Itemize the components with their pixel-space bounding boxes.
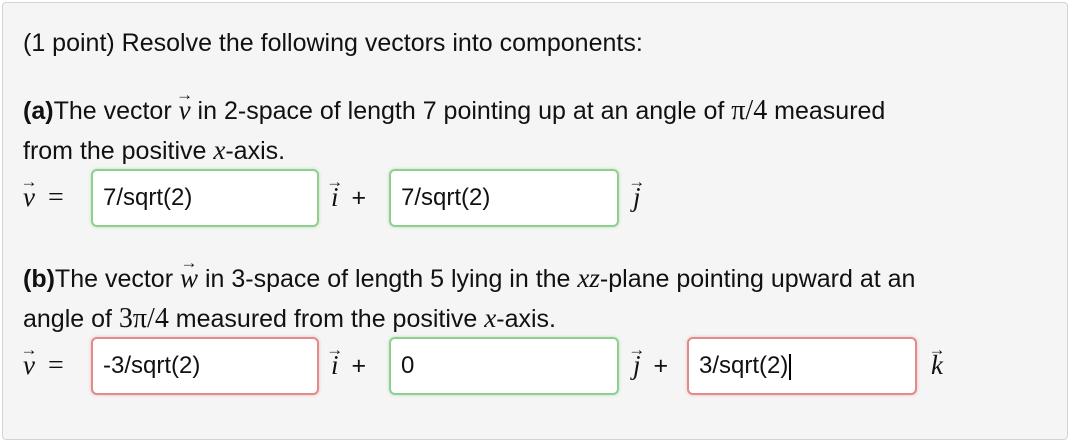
xz-plane-symbol: xz xyxy=(577,263,600,293)
part-a-text3: measured xyxy=(767,97,886,125)
part-a-text1: The vector xyxy=(53,97,179,125)
part-b-i-value: -3/sqrt(2) xyxy=(103,352,201,379)
part-b-statement-line2: angle of 3π/4 measured from the positive… xyxy=(23,303,556,334)
unit-j-symbol: j → xyxy=(628,172,646,212)
part-a-statement-line2: from the positive x-axis. xyxy=(23,135,285,166)
part-a-label: (a) xyxy=(23,97,54,125)
problem-header: (1 point) Resolve the following vectors … xyxy=(23,29,643,57)
part-a-text2: in 2-space of length 7 pointing up at an… xyxy=(190,97,732,125)
x-axis-symbol: x xyxy=(484,303,497,333)
vector-v-lhs: v → xyxy=(20,172,38,212)
part-a-i-unit: i → + xyxy=(326,172,367,213)
text-cursor xyxy=(789,353,792,380)
part-a-i-component-input[interactable]: 7/sqrt(2) xyxy=(91,169,319,227)
vector-w-symbol: w → xyxy=(179,253,198,293)
part-b-equation-lhs: v → = xyxy=(20,340,64,381)
vector-v-lhs: v → xyxy=(20,340,38,380)
problem-panel: (1 point) Resolve the following vectors … xyxy=(2,2,1068,440)
unit-i-symbol: i → xyxy=(326,340,344,380)
part-a-j-value: 7/sqrt(2) xyxy=(401,184,491,211)
part-b-text1: The vector xyxy=(54,265,180,293)
part-b-k-value: 3/sqrt(2) xyxy=(699,352,789,379)
part-b-j-unit: j → + xyxy=(628,340,669,381)
part-b-k-component-input[interactable]: 3/sqrt(2) xyxy=(687,337,917,395)
part-b-text6: -axis. xyxy=(496,305,556,333)
plus-sign: + xyxy=(653,352,669,380)
part-a-text4: from the positive xyxy=(23,137,214,165)
unit-k-symbol: k → xyxy=(928,340,946,380)
part-b-j-value: 0 xyxy=(401,352,415,379)
part-b-label: (b) xyxy=(23,265,55,293)
part-a-i-value: 7/sqrt(2) xyxy=(103,184,193,211)
part-a-j-unit: j → xyxy=(628,172,646,213)
part-b-i-component-input[interactable]: -3/sqrt(2) xyxy=(91,337,319,395)
part-b-k-unit: k → xyxy=(928,340,946,381)
vector-v-symbol: v → xyxy=(176,85,194,125)
part-b-statement-line1: (b)The vector w → in 3-space of length 5 … xyxy=(23,253,916,294)
unit-i-symbol: i → xyxy=(326,172,344,212)
part-b-i-unit: i → + xyxy=(326,340,367,381)
part-a-angle: π/4 xyxy=(731,95,768,126)
plus-sign: + xyxy=(351,352,367,380)
part-b-text4: angle of xyxy=(23,305,119,333)
part-b-text5: measured from the positive xyxy=(168,305,485,333)
part-a-text5: -axis. xyxy=(225,137,286,165)
part-a-equation-lhs: v → = xyxy=(20,172,64,213)
equals-sign: = xyxy=(47,182,64,213)
part-b-text2: in 3-space of length 5 lying in the xyxy=(198,265,578,293)
part-a-j-component-input[interactable]: 7/sqrt(2) xyxy=(389,169,619,227)
part-b-text3: -plane pointing upward at an xyxy=(599,265,916,293)
plus-sign: + xyxy=(351,184,367,212)
x-axis-symbol: x xyxy=(213,135,226,165)
part-b-angle: 3π/4 xyxy=(118,303,169,334)
part-a-statement-line1: (a)The vector v → in 2-space of length 7 … xyxy=(23,85,886,126)
part-b-j-component-input[interactable]: 0 xyxy=(389,337,619,395)
equals-sign: = xyxy=(47,350,64,381)
unit-j-symbol: j → xyxy=(628,340,646,380)
